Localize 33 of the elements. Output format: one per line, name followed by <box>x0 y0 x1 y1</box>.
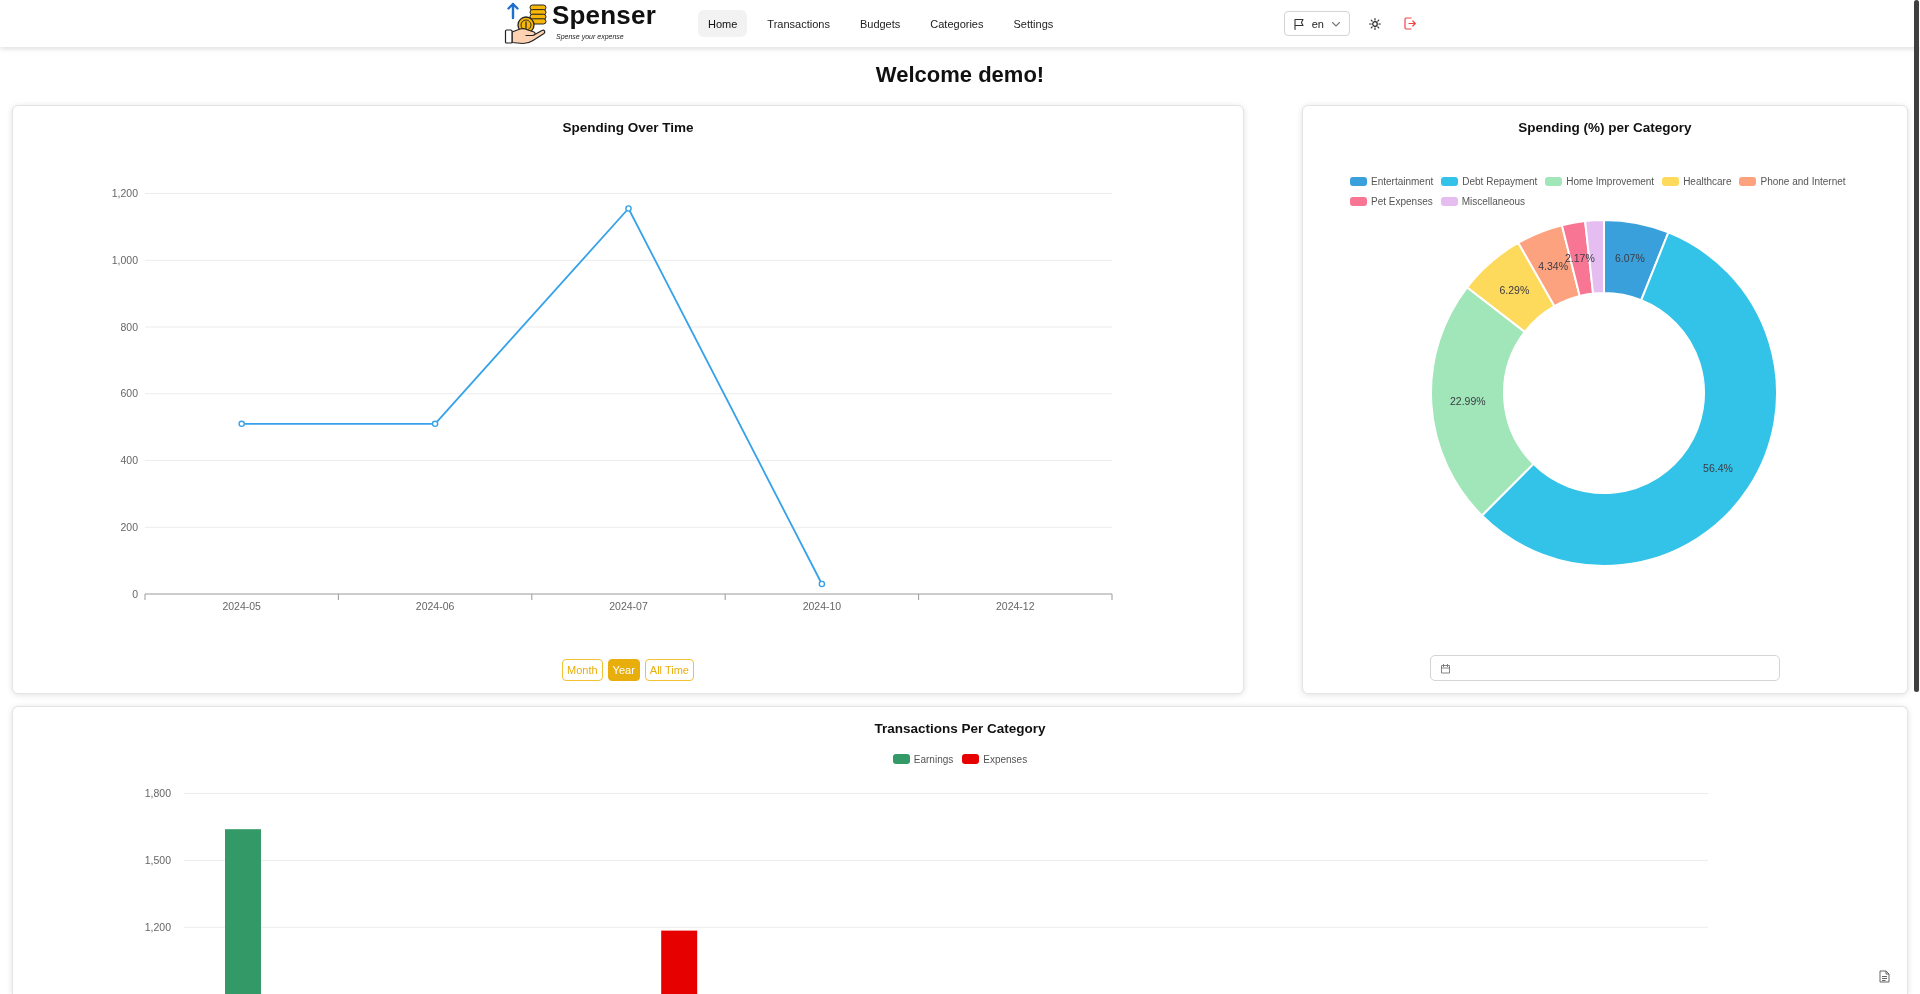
brand-name: Spenser <box>552 0 656 30</box>
slice-value-label: 22.99% <box>1450 395 1486 408</box>
page-title: Welcome demo! <box>874 61 1046 89</box>
legend-label: Pet Expenses <box>1371 195 1433 207</box>
x-tick-label: 2024-06 <box>415 600 455 612</box>
y-tick-label: 1,200 <box>144 920 171 933</box>
y-tick-label: 1,200 <box>111 187 138 199</box>
x-tick-label: 2024-10 <box>802 600 842 612</box>
legend-label: Earnings <box>913 753 954 765</box>
slice-value-label: 6.29% <box>1499 283 1530 296</box>
legend-label: Phone and Internet <box>1760 175 1846 187</box>
legend-label: Miscellaneous <box>1461 195 1526 207</box>
legend-label: Home Improvement <box>1566 175 1655 187</box>
y-tick-label: 400 <box>120 454 138 466</box>
card-title: Transactions Per Category <box>874 720 1046 738</box>
card-title: Spending Over Time <box>562 119 694 137</box>
y-tick-label: 1,800 <box>144 787 171 800</box>
slice-value-label: 56.4% <box>1703 461 1733 474</box>
card-title: Spending (%) per Category <box>1518 119 1692 137</box>
legend-label: Entertainment <box>1371 175 1434 187</box>
legend-label: Debt Repayment <box>1462 175 1538 187</box>
y-tick-label: 600 <box>120 387 138 400</box>
y-tick-label: 200 <box>120 520 138 533</box>
y-tick-label: 1,000 <box>111 253 138 266</box>
y-tick-label: 0 <box>132 587 138 600</box>
y-tick-label: 800 <box>120 320 138 333</box>
x-tick-label: 2024-05 <box>222 600 261 612</box>
x-tick-label: 2024-12 <box>996 600 1035 612</box>
legend-label: Healthcare <box>1683 175 1732 187</box>
legend-label: Expenses <box>983 753 1028 765</box>
slice-value-label: 6.07% <box>1615 252 1645 265</box>
x-tick-label: 2024-07 <box>609 600 648 612</box>
y-tick-label: 1,500 <box>144 853 171 866</box>
